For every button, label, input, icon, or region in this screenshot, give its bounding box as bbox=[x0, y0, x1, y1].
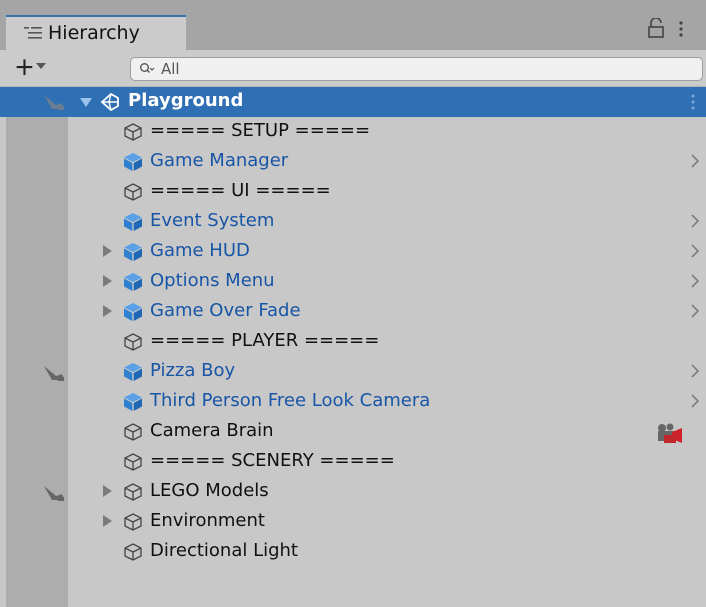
hierarchy-item[interactable]: Game Over Fade bbox=[0, 297, 706, 327]
chevron-right-icon[interactable] bbox=[690, 272, 700, 290]
search-filter-icon[interactable] bbox=[139, 62, 155, 76]
chevron-right-icon[interactable] bbox=[690, 152, 700, 170]
hierarchy-list-icon bbox=[24, 27, 42, 39]
hierarchy-item[interactable]: ===== SCENERY ===== bbox=[0, 447, 706, 477]
add-object-button[interactable]: + bbox=[14, 54, 35, 79]
item-label: Environment bbox=[150, 510, 265, 531]
visibility-hidden-icon[interactable] bbox=[42, 484, 66, 502]
chevron-right-icon[interactable] bbox=[690, 212, 700, 230]
expand-arrow-icon[interactable] bbox=[103, 275, 112, 287]
visibility-hidden-icon[interactable] bbox=[42, 364, 66, 382]
item-label: Game Over Fade bbox=[150, 300, 301, 321]
hierarchy-item[interactable]: Event System bbox=[0, 207, 706, 237]
chevron-right-icon[interactable] bbox=[690, 242, 700, 260]
item-label: Game Manager bbox=[150, 150, 289, 171]
hierarchy-toolbar: + bbox=[0, 50, 706, 87]
scene-menu-icon[interactable] bbox=[690, 93, 696, 111]
hierarchy-item[interactable]: LEGO Models bbox=[0, 477, 706, 507]
prefab-cube-icon bbox=[124, 273, 142, 291]
hierarchy-item[interactable]: Game Manager bbox=[0, 147, 706, 177]
chevron-right-icon[interactable] bbox=[690, 302, 700, 320]
gameobject-cube-icon bbox=[124, 123, 142, 141]
gameobject-cube-icon bbox=[124, 183, 142, 201]
gameobject-cube-icon bbox=[124, 333, 142, 351]
expand-arrow-icon[interactable] bbox=[103, 245, 112, 257]
search-input[interactable] bbox=[161, 58, 681, 80]
hierarchy-item[interactable]: ===== SETUP ===== bbox=[0, 117, 706, 147]
gameobject-cube-icon bbox=[124, 423, 142, 441]
chevron-right-icon[interactable] bbox=[690, 392, 700, 410]
hierarchy-item[interactable]: ===== UI ===== bbox=[0, 177, 706, 207]
item-label: Camera Brain bbox=[150, 420, 274, 441]
unity-scene-icon bbox=[100, 92, 119, 112]
lock-icon[interactable] bbox=[648, 18, 664, 38]
prefab-cube-icon bbox=[124, 303, 142, 321]
hierarchy-tree: Playground ===== SETUP ===== Game Manage… bbox=[0, 87, 706, 607]
item-label: Event System bbox=[150, 210, 275, 231]
prefab-cube-icon bbox=[124, 363, 142, 381]
item-label: ===== SETUP ===== bbox=[150, 120, 371, 141]
gameobject-cube-icon bbox=[124, 483, 142, 501]
hierarchy-item[interactable]: ===== PLAYER ===== bbox=[0, 327, 706, 357]
prefab-cube-icon bbox=[124, 393, 142, 411]
hierarchy-window: Hierarchy + All Playground ===== SETUP =… bbox=[0, 0, 706, 607]
expand-arrow-icon[interactable] bbox=[103, 305, 112, 317]
hierarchy-item[interactable]: Environment bbox=[0, 507, 706, 537]
chevron-right-icon[interactable] bbox=[690, 362, 700, 380]
hierarchy-item[interactable]: Third Person Free Look Camera bbox=[0, 387, 706, 417]
item-label: ===== UI ===== bbox=[150, 180, 331, 201]
tab-label: Hierarchy bbox=[48, 22, 140, 44]
item-label: Directional Light bbox=[150, 540, 298, 561]
camera-gizmo-icon bbox=[658, 423, 682, 443]
prefab-cube-icon bbox=[124, 243, 142, 261]
item-label: Game HUD bbox=[150, 240, 250, 261]
scene-label: Playground bbox=[128, 90, 244, 111]
item-label: LEGO Models bbox=[150, 480, 269, 501]
search-field[interactable] bbox=[130, 57, 703, 81]
hierarchy-item[interactable]: Camera Brain bbox=[0, 417, 706, 447]
gameobject-cube-icon bbox=[124, 453, 142, 471]
tab-bar: Hierarchy bbox=[0, 0, 706, 50]
item-label: Third Person Free Look Camera bbox=[150, 390, 431, 411]
item-label: Pizza Boy bbox=[150, 360, 236, 381]
gameobject-cube-icon bbox=[124, 543, 142, 561]
item-label: Options Menu bbox=[150, 270, 275, 291]
kebab-menu-icon[interactable] bbox=[678, 20, 684, 38]
expand-arrow-icon[interactable] bbox=[103, 485, 112, 497]
caret-down-icon[interactable] bbox=[36, 63, 46, 69]
visibility-hidden-icon[interactable] bbox=[42, 93, 66, 111]
expand-arrow-icon[interactable] bbox=[80, 98, 92, 107]
hierarchy-item[interactable]: Options Menu bbox=[0, 267, 706, 297]
hierarchy-item[interactable]: Pizza Boy bbox=[0, 357, 706, 387]
item-label: ===== SCENERY ===== bbox=[150, 450, 395, 471]
prefab-cube-icon bbox=[124, 153, 142, 171]
item-label: ===== PLAYER ===== bbox=[150, 330, 380, 351]
hierarchy-item[interactable]: Directional Light bbox=[0, 537, 706, 567]
scene-row-playground[interactable]: Playground bbox=[0, 87, 706, 117]
tab-hierarchy[interactable]: Hierarchy bbox=[6, 15, 186, 50]
expand-arrow-icon[interactable] bbox=[103, 515, 112, 527]
prefab-cube-icon bbox=[124, 213, 142, 231]
gameobject-cube-icon bbox=[124, 513, 142, 531]
hierarchy-item[interactable]: Game HUD bbox=[0, 237, 706, 267]
